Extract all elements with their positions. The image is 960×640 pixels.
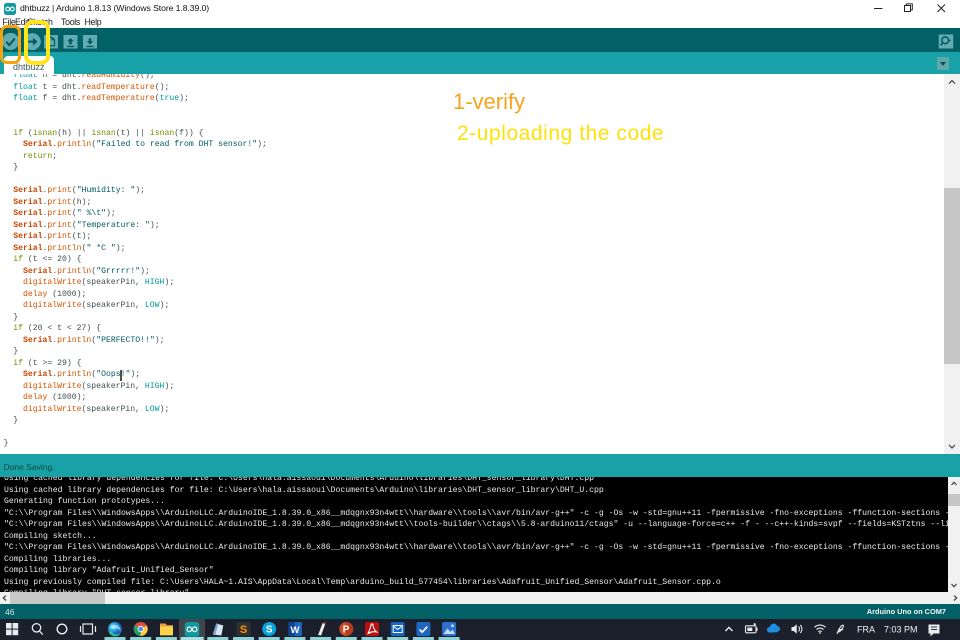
svg-text:7:03 PM: 7:03 PM: [884, 624, 918, 634]
svg-text:S: S: [240, 624, 247, 636]
svg-text:W: W: [291, 625, 300, 636]
svg-text:FRA: FRA: [857, 624, 875, 634]
svg-text:P: P: [343, 625, 350, 636]
svg-text:S: S: [266, 625, 273, 636]
